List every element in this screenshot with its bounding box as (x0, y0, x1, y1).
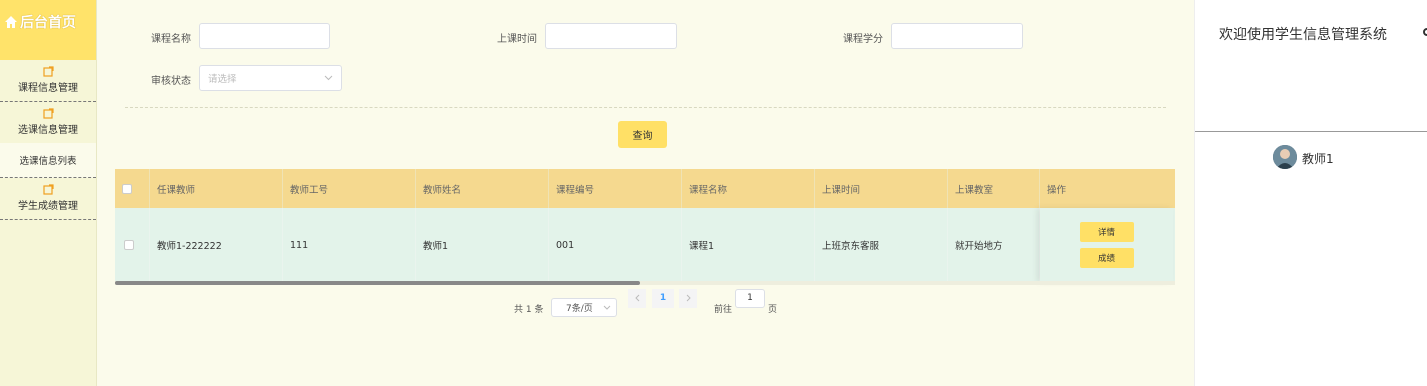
status-dot-icon (1423, 28, 1427, 36)
chevron-right-icon (686, 294, 691, 302)
credit-label: 课程学分 (843, 34, 883, 45)
column-header: 教师姓名 (416, 169, 549, 208)
column-header: 上课教室 (948, 169, 1040, 208)
credit-input[interactable] (891, 23, 1023, 49)
horizontal-scrollbar[interactable] (115, 281, 640, 285)
sidebar-item-label: 课程信息管理 (18, 83, 78, 94)
table-row: 教师1-222222 111 教师1 001 课程1 上班京东客服 就开始地方 … (115, 208, 1175, 282)
panel-divider (1195, 131, 1427, 132)
edit-icon (42, 184, 54, 195)
prev-page-button[interactable] (628, 288, 646, 308)
edit-icon (42, 108, 54, 119)
sidebar-subitem-label: 选课信息列表 (19, 156, 77, 167)
data-table: 任课教师 教师工号 教师姓名 课程编号 课程名称 上课时间 上课教室 操作 教师… (115, 169, 1175, 282)
chevron-down-icon (603, 305, 611, 310)
row-checkbox[interactable] (124, 240, 134, 250)
user-avatar-icon (1273, 145, 1297, 169)
column-header: 操作 (1047, 184, 1067, 196)
next-page-button[interactable] (679, 288, 697, 308)
course-name-label: 课程名称 (151, 34, 191, 45)
main-content: 课程名称 上课时间 课程学分 审核状态 请选择 查询 任课教师 教师工号 教师姓… (97, 0, 1194, 386)
column-header: 任课教师 (150, 169, 283, 208)
sidebar: 后台首页 课程信息管理 选课信息管理 选课信息列表 学生成绩管理 (0, 0, 97, 386)
details-button[interactable]: 详情 (1079, 222, 1134, 242)
table-cell: 上班京东客服 (815, 208, 948, 282)
chevron-down-icon (324, 75, 333, 81)
select-all-checkbox[interactable] (122, 183, 132, 194)
goto-label: 前往 (714, 305, 733, 315)
query-button[interactable]: 查询 (618, 121, 667, 148)
table-cell: 001 (549, 208, 682, 282)
sidebar-item-course-info[interactable]: 课程信息管理 (0, 60, 96, 102)
home-icon (5, 16, 17, 28)
page-number[interactable]: 1 (652, 288, 674, 308)
table-cell: 111 (283, 208, 416, 282)
sidebar-subitem-course-selection-list[interactable]: 选课信息列表 (0, 143, 96, 178)
goto-page-input[interactable]: 1 (735, 288, 765, 308)
class-time-input[interactable] (545, 23, 677, 49)
column-header: 课程编号 (549, 169, 682, 208)
welcome-title: 欢迎使用学生信息管理系统 (1219, 27, 1387, 43)
sidebar-home-label: 后台首页 (20, 15, 76, 31)
chevron-left-icon (634, 294, 639, 302)
search-divider (125, 107, 1166, 108)
sidebar-item-label: 学生成绩管理 (18, 201, 78, 212)
course-name-input[interactable] (199, 23, 330, 49)
row-select-cell (115, 208, 150, 282)
page-size-select[interactable]: 7条/页 (551, 298, 617, 317)
column-header: 上课时间 (815, 169, 948, 208)
edit-icon (42, 66, 54, 77)
sidebar-item-student-grades[interactable]: 学生成绩管理 (0, 178, 96, 220)
user-name[interactable]: 教师1 (1302, 150, 1334, 167)
table-cell: 就开始地方 (948, 208, 1040, 282)
table-cell: 教师1-222222 (150, 208, 283, 282)
row-actions-cell: 详情 成绩 (1040, 208, 1173, 282)
review-status-label: 审核状态 (151, 76, 191, 87)
review-status-placeholder: 请选择 (208, 74, 237, 85)
table-cell: 课程1 (682, 208, 815, 282)
page-unit-label: 页 (768, 305, 778, 315)
sidebar-item-course-selection[interactable]: 选课信息管理 (0, 102, 96, 143)
pagination-total: 共 1 条 (514, 305, 544, 315)
table-cell: 教师1 (416, 208, 549, 282)
right-panel: 欢迎使用学生信息管理系统 教师1 (1194, 0, 1427, 386)
avatar[interactable] (1273, 145, 1297, 169)
column-header: 教师工号 (283, 169, 416, 208)
page-size-value: 7条/页 (566, 304, 593, 314)
sidebar-item-label: 选课信息管理 (18, 125, 78, 136)
sidebar-home[interactable]: 后台首页 (0, 0, 96, 60)
grades-button[interactable]: 成绩 (1079, 248, 1134, 268)
class-time-label: 上课时间 (497, 34, 537, 45)
column-header: 课程名称 (682, 169, 815, 208)
review-status-select[interactable]: 请选择 (199, 65, 342, 91)
select-all-cell (115, 169, 150, 208)
table-header: 任课教师 教师工号 教师姓名 课程编号 课程名称 上课时间 上课教室 操作 (115, 169, 1175, 208)
